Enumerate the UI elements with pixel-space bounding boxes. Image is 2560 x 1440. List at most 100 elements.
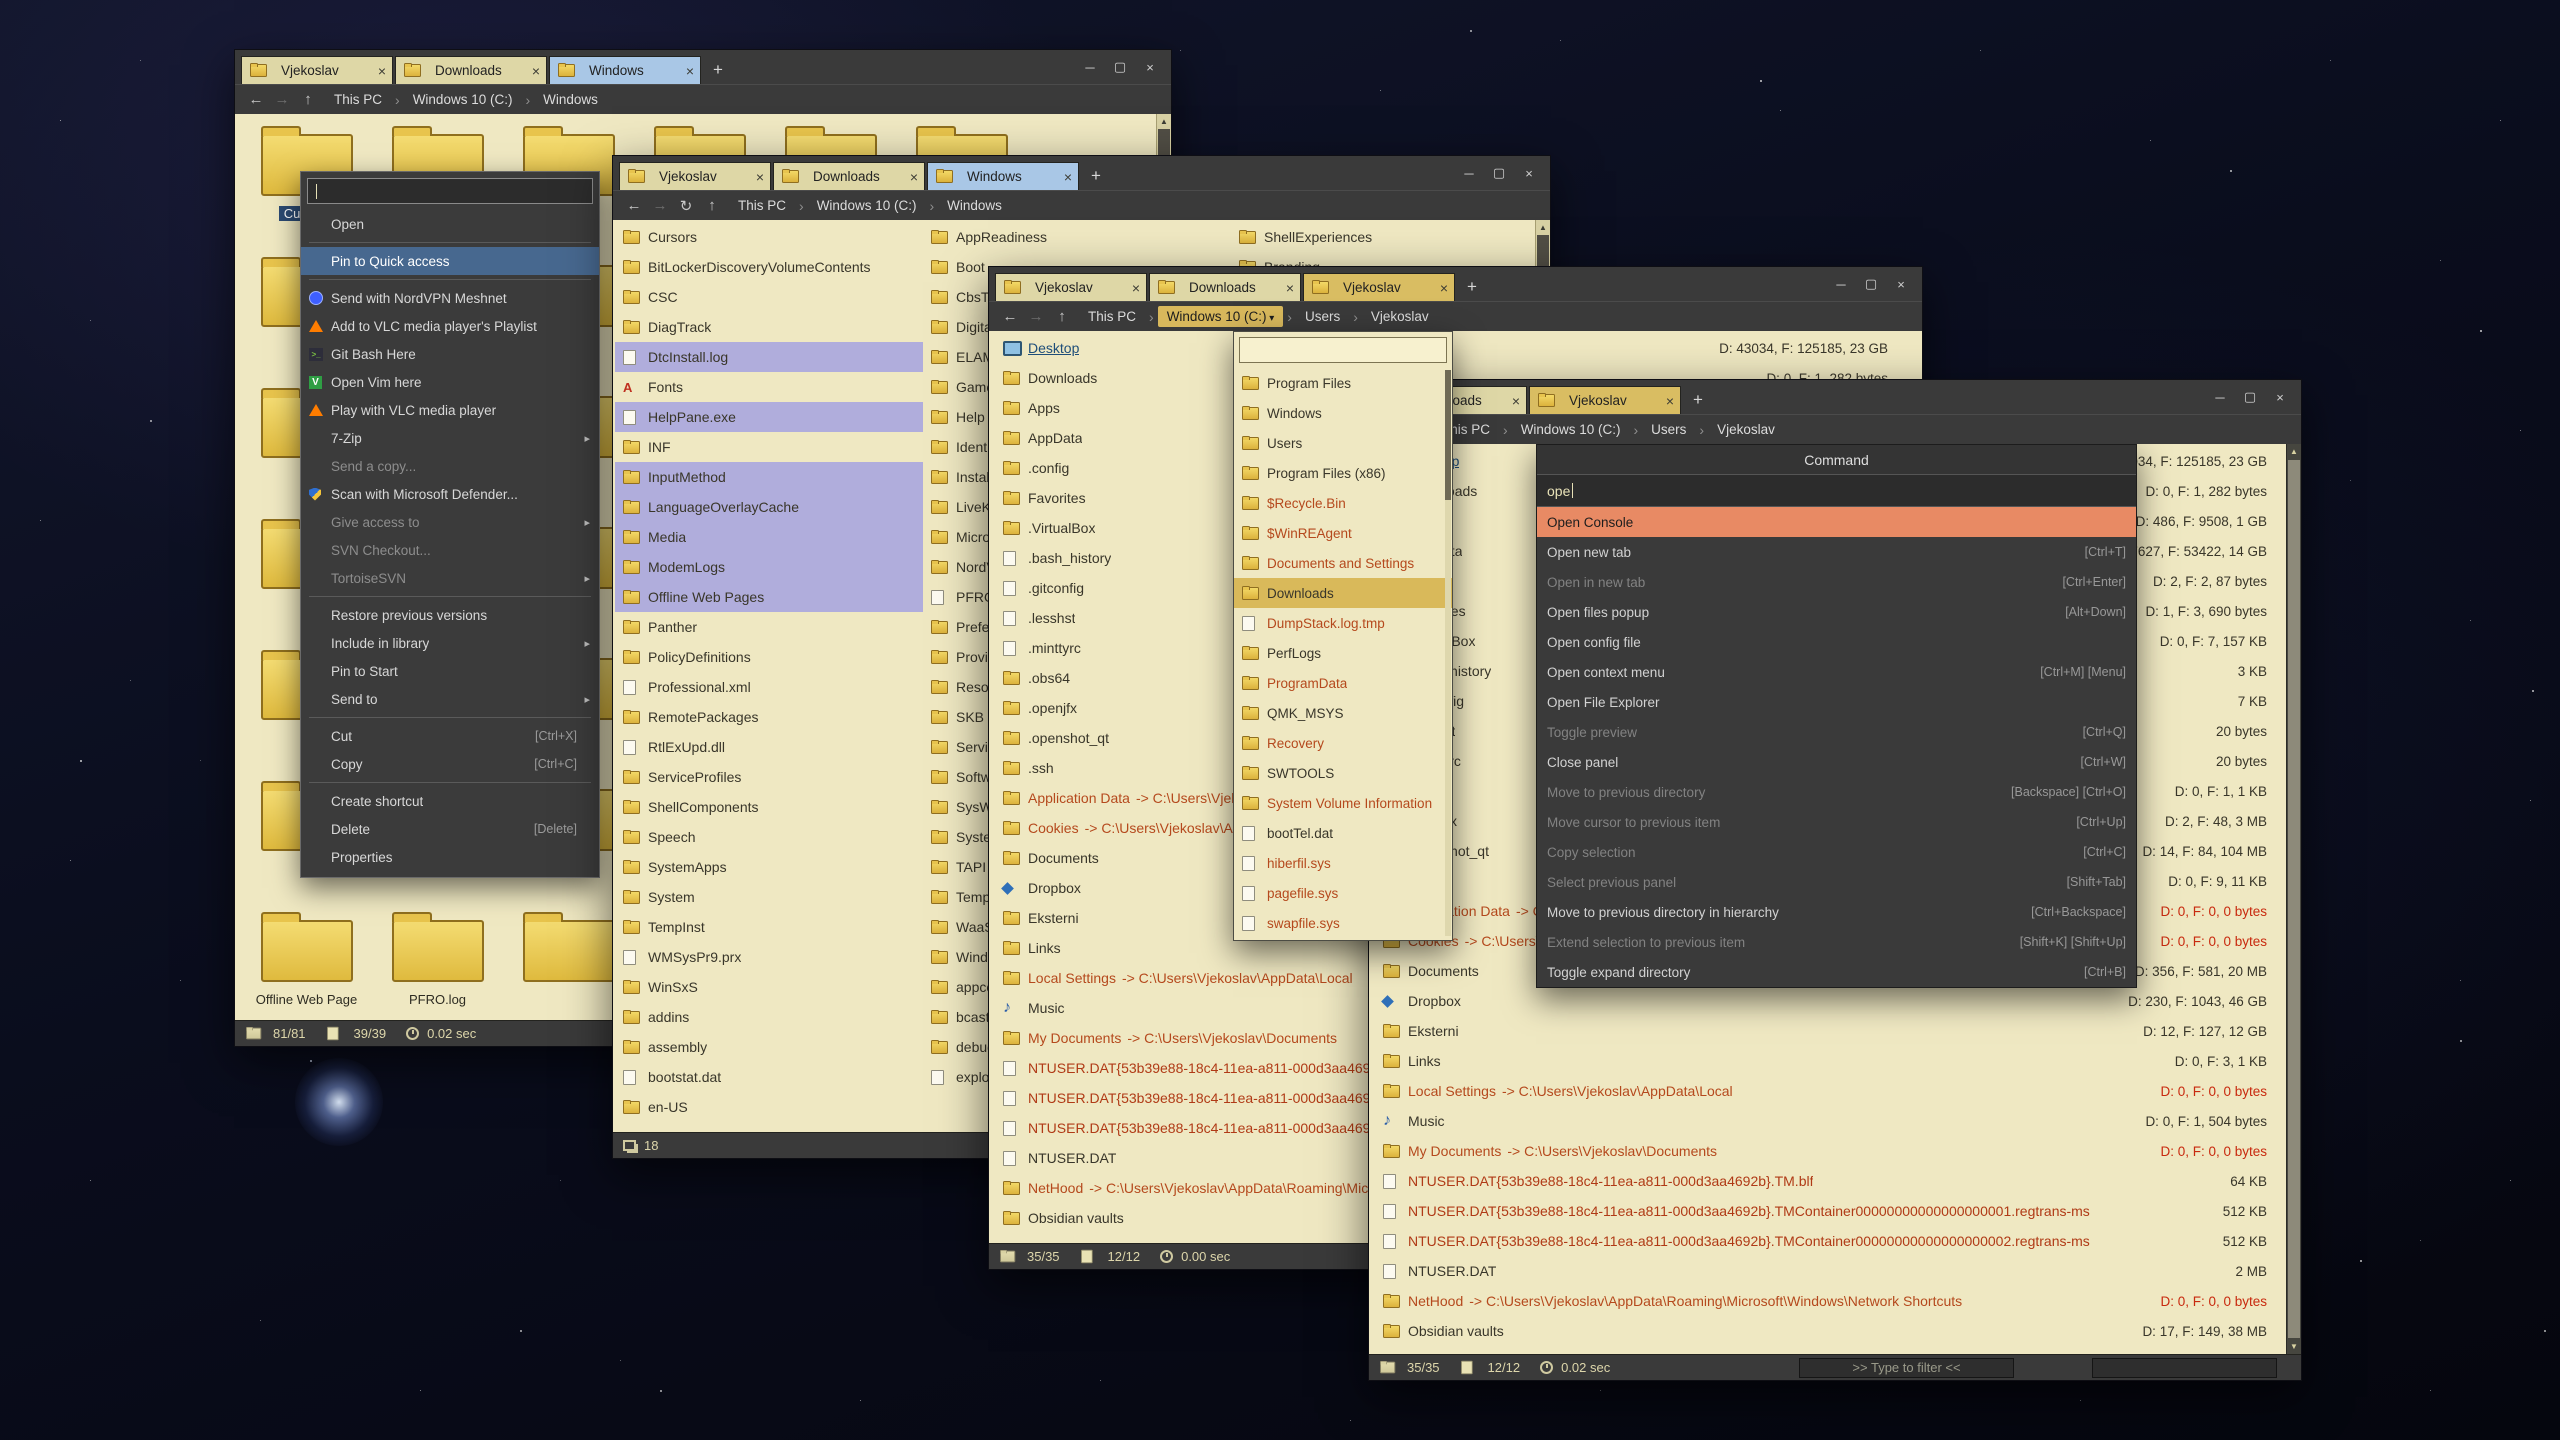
context-menu-item[interactable] (309, 242, 591, 243)
file-row[interactable]: RtlExUpd.dll (615, 732, 923, 762)
drive-item[interactable]: Users (1234, 428, 1452, 458)
context-menu-item[interactable]: Cut [Ctrl+X] (301, 722, 599, 750)
context-menu-item[interactable]: Create shortcut (301, 787, 599, 815)
context-menu-item[interactable] (309, 717, 591, 718)
context-menu-item[interactable]: Scan with Microsoft Defender... (301, 480, 599, 508)
file-row[interactable]: Local Settings -> C:\Users\Vjekoslav\App… (1375, 1076, 2275, 1106)
up-button[interactable]: ↑ (295, 91, 321, 108)
file-row[interactable]: WinSxS (615, 972, 923, 1002)
drive-item[interactable]: swapfile.sys (1234, 908, 1452, 938)
file-row[interactable]: Eksterni D: 12, F: 127, 12 GB (1375, 1016, 2275, 1046)
new-tab-button[interactable]: + (703, 60, 733, 84)
drive-item[interactable]: bootTel.dat (1234, 818, 1452, 848)
palette-command-item[interactable]: Toggle preview [Ctrl+Q] (1537, 717, 2136, 747)
context-menu-item[interactable]: Send a copy... (301, 452, 599, 480)
file-row[interactable]: Media (615, 522, 923, 552)
file-row[interactable]: BitLockerDiscoveryVolumeContents (615, 252, 923, 282)
context-menu-item[interactable]: Git Bash Here (301, 340, 599, 368)
drive-item[interactable]: hiberfil.sys (1234, 848, 1452, 878)
drive-item[interactable]: System Volume Information (1234, 788, 1452, 818)
context-menu-item[interactable] (309, 782, 591, 783)
refresh-button[interactable]: ↻ (673, 197, 699, 215)
file-row[interactable]: NTUSER.DAT{53b39e88-18c4-11ea-a811-000d3… (1375, 1226, 2275, 1256)
tab[interactable]: Downloads × (395, 56, 547, 84)
file-row[interactable]: NTUSER.DAT{53b39e88-18c4-11ea-a811-000d3… (1375, 1166, 2275, 1196)
file-row[interactable]: Dropbox D: 230, F: 1043, 46 GB (1375, 986, 2275, 1016)
file-row[interactable]: ServiceProfiles (615, 762, 923, 792)
file-row[interactable]: CSC (615, 282, 923, 312)
context-menu-item[interactable]: Pin to Quick access (301, 247, 599, 275)
palette-command-item[interactable]: Toggle expand directory [Ctrl+B] (1537, 957, 2136, 987)
palette-command-item[interactable]: Select previous panel [Shift+Tab] (1537, 867, 2136, 897)
file-row[interactable]: bootstat.dat (615, 1062, 923, 1092)
file-row[interactable]: en-US (615, 1092, 923, 1122)
maximize-button[interactable]: ▢ (1856, 276, 1886, 292)
drive-item[interactable]: $Recycle.Bin (1234, 488, 1452, 518)
file-row[interactable]: My Documents -> C:\Users\Vjekoslav\Docum… (1375, 1136, 2275, 1166)
breadcrumb-item[interactable]: Windows (938, 195, 1011, 216)
file-row[interactable]: addins (615, 1002, 923, 1032)
palette-command-item[interactable]: Move to previous directory in hierarchy … (1537, 897, 2136, 927)
breadcrumb-item[interactable]: Users (1642, 419, 1695, 440)
drive-item[interactable]: ProgramData (1234, 668, 1452, 698)
file-row[interactable]: LanguageOverlayCache (615, 492, 923, 522)
tab-close-icon[interactable]: × (686, 64, 694, 78)
file-row[interactable]: NTUSER.DAT{53b39e88-18c4-11ea-a811-000d3… (1375, 1196, 2275, 1226)
file-manager-window-4[interactable]: Downloads × Vjekoslav × + ─ ▢ × ← (1368, 379, 2302, 1381)
palette-command-item[interactable]: Open in new tab [Ctrl+Enter] (1537, 567, 2136, 597)
context-menu-item[interactable] (309, 596, 591, 597)
drive-item[interactable]: Windows (1234, 398, 1452, 428)
breadcrumb-item[interactable]: Windows 10 (C:) (404, 89, 522, 110)
file-row[interactable]: assembly (615, 1032, 923, 1062)
forward-button[interactable]: → (269, 91, 295, 108)
file-row[interactable]: WMSysPr9.prx (615, 942, 923, 972)
dropdown-filter-input[interactable] (1239, 337, 1447, 363)
close-button[interactable]: × (2265, 390, 2295, 405)
context-menu-item[interactable]: Add to VLC media player's Playlist (301, 312, 599, 340)
drive-item[interactable]: SWTOOLS (1234, 758, 1452, 788)
minimize-button[interactable]: ─ (1826, 277, 1856, 292)
palette-command-item[interactable]: Move cursor to previous item [Ctrl+Up] (1537, 807, 2136, 837)
maximize-button[interactable]: ▢ (1484, 165, 1514, 181)
file-row[interactable]: Cursors (615, 222, 923, 252)
forward-button[interactable]: → (647, 197, 673, 214)
context-menu-item[interactable]: Give access to (301, 508, 599, 536)
drive-item[interactable]: Downloads (1234, 578, 1452, 608)
file-row[interactable]: HelpPane.exe (615, 402, 923, 432)
context-menu-item[interactable]: Open (301, 210, 599, 238)
file-row[interactable]: DiagTrack (615, 312, 923, 342)
context-menu-item[interactable]: Pin to Start (301, 657, 599, 685)
file-row[interactable]: TempInst (615, 912, 923, 942)
drive-item[interactable]: Program Files (x86) (1234, 458, 1452, 488)
file-row[interactable]: ShellExperiences (1231, 222, 1539, 252)
back-button[interactable]: ← (621, 197, 647, 214)
context-menu-item[interactable]: Restore previous versions (301, 601, 599, 629)
drive-item[interactable]: pagefile.sys (1234, 878, 1452, 908)
titlebar[interactable]: Vjekoslav × Downloads × Vjekoslav × (989, 267, 1922, 301)
drive-item[interactable]: $WinREAgent (1234, 518, 1452, 548)
file-row[interactable]: Speech (615, 822, 923, 852)
forward-button[interactable]: → (1023, 308, 1049, 325)
palette-command-item[interactable]: Open config file (1537, 627, 2136, 657)
file-row[interactable]: NetHood -> C:\Users\Vjekoslav\AppData\Ro… (1375, 1286, 2275, 1316)
tab[interactable]: Vjekoslav × (619, 162, 771, 190)
file-row[interactable]: Offline Web Pages (615, 582, 923, 612)
tab-close-icon[interactable]: × (1132, 281, 1140, 295)
minimize-button[interactable]: ─ (2205, 390, 2235, 405)
palette-command-item[interactable]: Open context menu [Ctrl+M] [Menu] (1537, 657, 2136, 687)
context-menu-item[interactable] (309, 279, 591, 280)
tab[interactable]: Downloads × (773, 162, 925, 190)
context-menu-item[interactable]: Include in library (301, 629, 599, 657)
close-button[interactable]: × (1886, 277, 1916, 292)
breadcrumb-item[interactable]: Windows 10 (C:) (1158, 306, 1284, 327)
breadcrumb-item[interactable]: This PC (325, 89, 391, 110)
tab-close-icon[interactable]: × (1440, 281, 1448, 295)
tab-close-icon[interactable]: × (756, 170, 764, 184)
breadcrumb-item[interactable]: Users (1296, 306, 1349, 327)
file-row[interactable]: InputMethod (615, 462, 923, 492)
tab[interactable]: Windows × (927, 162, 1079, 190)
file-row[interactable]: Panther (615, 612, 923, 642)
file-row[interactable]: ModemLogs (615, 552, 923, 582)
minimize-button[interactable]: ─ (1075, 60, 1105, 75)
minimize-button[interactable]: ─ (1454, 166, 1484, 181)
